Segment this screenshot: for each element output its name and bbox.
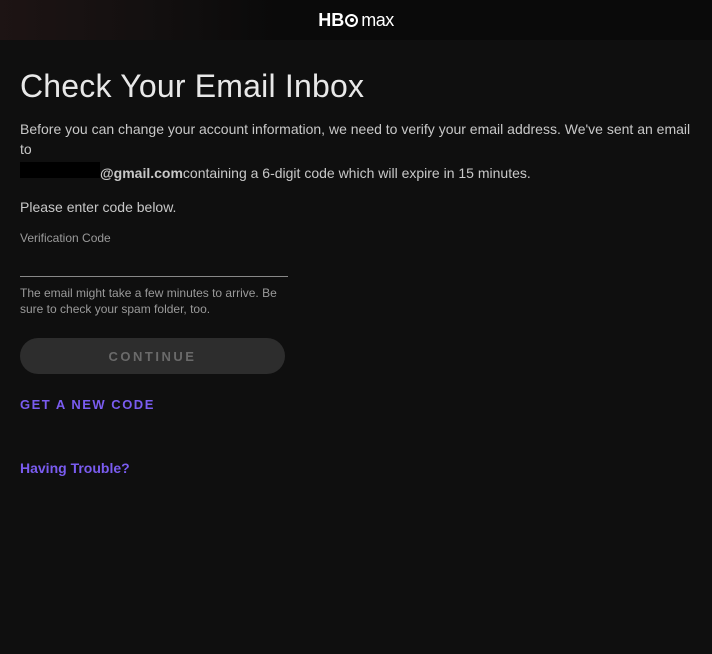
main-content: Check Your Email Inbox Before you can ch… — [0, 40, 712, 498]
helper-text: The email might take a few minutes to ar… — [20, 285, 280, 319]
hbomax-logo: HBmax — [318, 10, 394, 31]
verification-code-label: Verification Code — [20, 231, 692, 245]
email-suffix-text: containing a 6-digit code which will exp… — [183, 165, 531, 181]
get-new-code-link[interactable]: GET A NEW CODE — [20, 397, 155, 412]
email-domain: @gmail.com — [100, 165, 183, 181]
header-background-decor — [0, 0, 280, 40]
verification-code-input[interactable] — [20, 249, 288, 277]
logo-o-icon — [345, 14, 358, 27]
redacted-email-prefix — [20, 162, 100, 178]
email-line: @gmail.com containing a 6-digit code whi… — [20, 162, 692, 181]
logo-text: HBmax — [318, 10, 394, 31]
having-trouble-link[interactable]: Having Trouble? — [20, 460, 130, 476]
continue-button[interactable]: CONTINUE — [20, 338, 285, 374]
instruction-text: Please enter code below. — [20, 199, 692, 215]
header-bar: HBmax — [0, 0, 712, 40]
page-title: Check Your Email Inbox — [20, 68, 692, 105]
description-text: Before you can change your account infor… — [20, 119, 692, 160]
